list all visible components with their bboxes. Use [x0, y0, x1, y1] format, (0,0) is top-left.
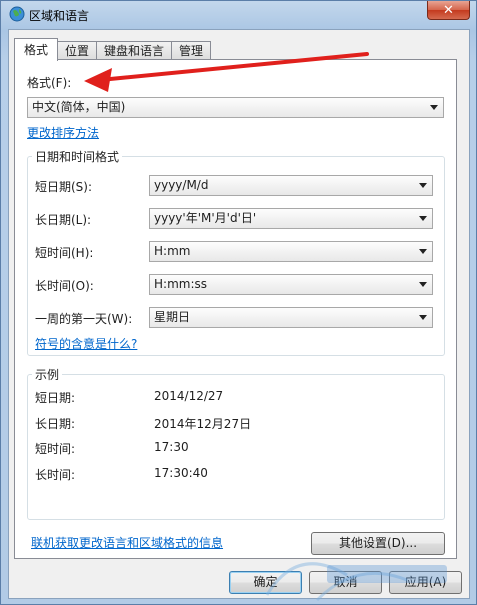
tab-keyboard-language[interactable]: 键盘和语言	[96, 41, 173, 60]
ok-button[interactable]: 确定	[229, 571, 302, 594]
example-long-time-label: 长时间:	[35, 468, 76, 482]
tab-strip: 格式 位置 键盘和语言 管理	[14, 38, 212, 61]
example-short-date-label: 短日期:	[35, 391, 76, 405]
long-date-value: yyyy'年'M'月'd'日'	[154, 211, 257, 225]
tab-location[interactable]: 位置	[57, 41, 98, 60]
example-short-time-label: 短时间:	[35, 442, 76, 456]
title-bar[interactable]: 区域和语言 ✕	[1, 1, 476, 29]
example-short-time-value: 17:30	[154, 440, 189, 454]
tab-format[interactable]: 格式	[14, 38, 59, 61]
format-label: 格式(F):	[27, 76, 72, 90]
close-icon: ✕	[443, 2, 454, 18]
short-date-dropdown[interactable]: yyyy/M/d	[149, 175, 433, 196]
change-sort-link[interactable]: 更改排序方法	[27, 124, 99, 141]
apply-button[interactable]: 应用(A)	[389, 571, 462, 594]
example-long-time-value: 17:30:40	[154, 466, 208, 480]
chevron-down-icon	[419, 249, 427, 254]
symbols-meaning-link[interactable]: 符号的含意是什么?	[35, 335, 137, 352]
example-long-date-value: 2014年12月27日	[154, 417, 252, 431]
chevron-down-icon	[419, 183, 427, 188]
chevron-down-icon	[419, 282, 427, 287]
example-short-date-value: 2014/12/27	[154, 389, 224, 403]
region-language-window: 区域和语言 ✕ 格式 位置 键盘和语言 管理 格式(F): 中文(简体，中国) …	[0, 0, 477, 605]
tab-administrative[interactable]: 管理	[171, 41, 212, 60]
dialog-client-area: 格式 位置 键盘和语言 管理 格式(F): 中文(简体，中国) 更改排序方法 日…	[8, 29, 470, 599]
cancel-button[interactable]: 取消	[309, 571, 382, 594]
first-day-of-week-value: 星期日	[154, 310, 191, 324]
first-day-of-week-label: 一周的第一天(W):	[35, 312, 133, 326]
long-date-dropdown[interactable]: yyyy'年'M'月'd'日'	[149, 208, 433, 229]
short-time-value: H:mm	[154, 244, 191, 258]
long-time-label: 长时间(O):	[35, 279, 94, 293]
short-date-label: 短日期(S):	[35, 180, 93, 194]
online-info-link[interactable]: 联机获取更改语言和区域格式的信息	[31, 534, 223, 551]
example-long-date-label: 长日期:	[35, 417, 76, 431]
other-settings-button[interactable]: 其他设置(D)...	[311, 532, 445, 555]
first-day-of-week-dropdown[interactable]: 星期日	[149, 307, 433, 328]
format-tab-panel: 格式(F): 中文(简体，中国) 更改排序方法 日期和时间格式 短日期(S): …	[14, 59, 457, 559]
example-group	[27, 374, 445, 520]
short-date-value: yyyy/M/d	[154, 178, 209, 192]
long-date-label: 长日期(L):	[35, 213, 92, 227]
long-time-dropdown[interactable]: H:mm:ss	[149, 274, 433, 295]
datetime-group-title: 日期和时间格式	[32, 148, 123, 165]
short-time-dropdown[interactable]: H:mm	[149, 241, 433, 262]
format-dropdown-value: 中文(简体，中国)	[32, 100, 126, 114]
short-time-label: 短时间(H):	[35, 246, 94, 260]
globe-icon	[9, 6, 25, 22]
example-group-title: 示例	[32, 366, 63, 383]
format-dropdown[interactable]: 中文(简体，中国)	[27, 97, 444, 118]
chevron-down-icon	[419, 315, 427, 320]
chevron-down-icon	[419, 216, 427, 221]
chevron-down-icon	[430, 105, 438, 110]
close-button[interactable]: ✕	[427, 1, 470, 20]
window-title: 区域和语言	[29, 9, 90, 23]
long-time-value: H:mm:ss	[154, 277, 207, 291]
